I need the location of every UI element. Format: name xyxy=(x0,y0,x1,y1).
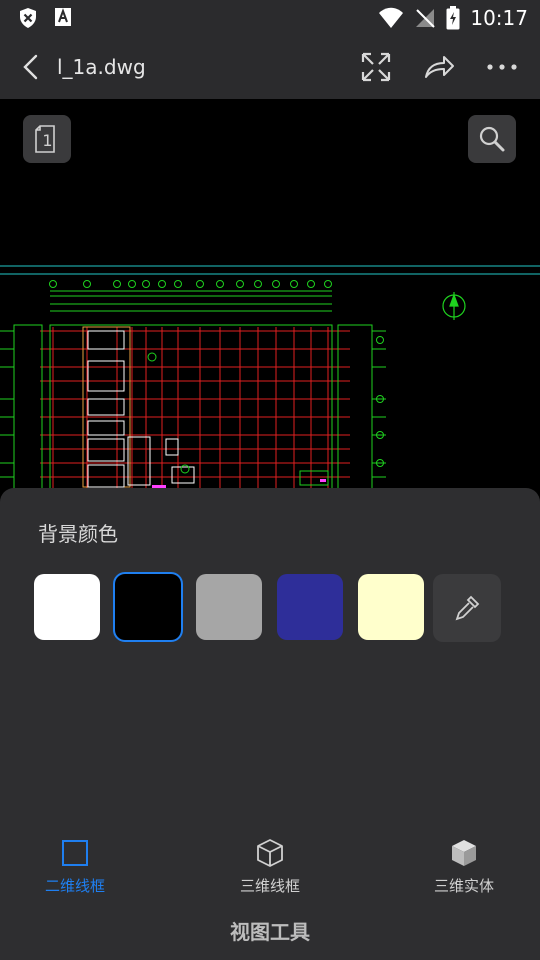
cube-solid-icon xyxy=(452,840,476,866)
app-bar: l_1a.dwg xyxy=(0,36,540,99)
layout-button[interactable]: 1 xyxy=(23,115,71,163)
status-bar: 10:17 xyxy=(0,0,540,36)
fullscreen-icon[interactable] xyxy=(359,50,393,84)
share-icon[interactable] xyxy=(422,50,456,84)
square-outline-icon xyxy=(62,840,88,866)
back-arrow-icon[interactable] xyxy=(16,52,46,82)
file-title: l_1a.dwg xyxy=(57,55,146,79)
view-mode-tabs: 二维线框 三维线框 三维实体 xyxy=(0,838,540,898)
tab-2d-wireframe-label: 二维线框 xyxy=(44,877,105,895)
tab-3d-wireframe-label: 三维线框 xyxy=(239,877,300,895)
battery-charging-icon xyxy=(446,6,460,30)
cad-drawing xyxy=(0,265,540,490)
wifi-icon xyxy=(379,7,404,28)
background-color-title: 背景颜色 xyxy=(38,522,118,546)
more-options-icon[interactable] xyxy=(485,50,519,84)
search-icon xyxy=(479,126,505,152)
view-tools-sheet: 背景颜色 二维线框 三维线框 三维实体 视图工具 xyxy=(0,488,540,960)
swatch-row xyxy=(34,572,501,642)
drawing-canvas[interactable]: 1 xyxy=(0,99,540,499)
shield-close-icon xyxy=(20,8,36,28)
view-tools-label: 视图工具 xyxy=(230,920,310,944)
structural-grid xyxy=(40,327,350,489)
tab-3d-solid[interactable]: 三维实体 xyxy=(409,838,519,896)
swatch-cream[interactable] xyxy=(358,574,424,640)
swatch-blue[interactable] xyxy=(277,574,343,640)
color-picker-button[interactable] xyxy=(433,574,501,642)
building-outline xyxy=(13,324,373,490)
status-time: 10:17 xyxy=(470,6,528,30)
swatch-white[interactable] xyxy=(34,574,100,640)
axis-markers-top xyxy=(49,280,332,312)
swatch-black[interactable] xyxy=(113,572,183,642)
eyedropper-icon xyxy=(455,595,480,621)
tab-2d-wireframe[interactable]: 二维线框 xyxy=(20,838,130,896)
north-arrow xyxy=(442,292,466,320)
swatch-gray[interactable] xyxy=(196,574,262,640)
search-button[interactable] xyxy=(468,115,516,163)
layout-button-label: 1 xyxy=(42,130,53,150)
no-signal-icon xyxy=(416,9,436,28)
tab-3d-wireframe[interactable]: 三维线框 xyxy=(215,838,325,896)
tab-3d-solid-label: 三维实体 xyxy=(433,877,494,895)
font-a-icon xyxy=(55,8,71,26)
cube-outline-icon xyxy=(257,839,283,867)
